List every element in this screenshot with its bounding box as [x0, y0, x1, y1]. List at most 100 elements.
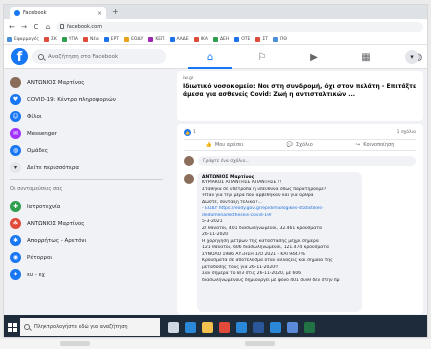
comment-composer: Γράψτε ένα σχόλιο... [184, 155, 416, 167]
bookmark-label: ΥΠΑ [68, 36, 79, 42]
bookmark-item[interactable]: ΣΚ [44, 36, 57, 42]
sidebar-item[interactable]: ✦ ευ - εχ [10, 266, 163, 283]
sidebar-item[interactable]: ☺ Φίλοι [10, 108, 163, 125]
comment-avatar[interactable] [184, 174, 194, 184]
link-host: iw.gr [183, 76, 194, 81]
account-menu-icon[interactable]: ▾ [405, 50, 419, 64]
bookmark-item[interactable]: ΕΟΔΥ [124, 36, 144, 42]
bookmark-item[interactable]: ΙΚΑ [193, 36, 208, 42]
nav-tab-pages[interactable]: ⚐ [236, 45, 288, 69]
bookmark-label: ΕΟΔΥ [131, 36, 144, 42]
chrome-icon[interactable] [219, 321, 230, 333]
comments-count[interactable]: 1 σχόλιο [397, 130, 416, 135]
home-icon: ⌂ [206, 51, 214, 63]
bookmark-item[interactable]: ΠΘ [273, 36, 287, 42]
post-action-label: Κοινοποίηση [363, 142, 395, 148]
bookmark-item[interactable]: ΚΕΠ [148, 36, 165, 42]
sidebar-item-icon: ▾ [10, 162, 21, 173]
post-action-icon: 💬 [286, 142, 293, 148]
sidebar-item[interactable]: ◉ Ρέτορροι [10, 249, 163, 266]
back-icon[interactable]: ← [8, 23, 16, 31]
sidebar-item-label: ευ - εχ [27, 271, 45, 278]
sidebar-item-icon: ☘ [10, 218, 21, 229]
bookmark-favicon-icon [83, 36, 89, 42]
excel-icon[interactable] [304, 321, 315, 333]
link-title[interactable]: Ιδιωτικό νοσοκομείο: Νοι στη συνδρομή, ό… [183, 83, 417, 98]
sidebar-item[interactable]: ▾ Δείτε περισσότερα [10, 159, 163, 176]
bookmark-label: Νέα [90, 36, 99, 42]
sidebar-item[interactable]: ☘ ΑΝΤΩΝΙΟΣ Μαρτίνος [10, 215, 163, 232]
comment-body: ΚΥΡΙΑΚΟΣ ΑΠΑΝΤΗΣΕ ΑΠΑΝΤΗΣΕ !! Σταθηκα σε … [202, 180, 357, 284]
bookmark-item[interactable]: ΣΤ [255, 36, 268, 42]
browser-tab[interactable]: Facebook × [10, 7, 106, 19]
news-feed: iw.gr Ιδιωτικό νοσοκομείο: Νοι στη συνδρ… [169, 69, 427, 315]
reload-icon[interactable]: C [32, 23, 40, 31]
sidebar-item[interactable]: ◍ Ομάδες [10, 142, 163, 159]
word-icon[interactable] [253, 321, 264, 333]
post-action-button[interactable]: 👍 Μου αρέσει [206, 142, 244, 148]
bookmark-item[interactable]: ΥΠΑ [61, 36, 79, 42]
bookmark-favicon-icon [148, 36, 154, 42]
tab-close-icon[interactable]: × [97, 10, 102, 17]
comment-input[interactable]: Γράψτε ένα σχόλιο... [198, 156, 416, 166]
post-action-button[interactable]: 💬 Σχόλιο [287, 142, 313, 148]
sidebar-shortcuts-list: ✚ Ιατροτεχνία ☘ ΑΝΤΩΝΙΟΣ Μαρτίνος ✱ Απορρήτως… [10, 198, 163, 283]
bookmark-item[interactable]: ΔΕΗ [212, 36, 229, 42]
store-icon[interactable] [287, 321, 298, 333]
home-icon[interactable]: ⌂ [44, 23, 52, 31]
bookmark-favicon-icon [193, 36, 199, 42]
new-tab-icon[interactable]: + [112, 7, 119, 16]
bookmark-label: ΣΤ [262, 36, 268, 42]
pages-icon: ⚐ [257, 51, 267, 63]
bookmark-label: ΠΘ [280, 36, 287, 42]
nav-tab-watch[interactable]: ▶ [288, 45, 340, 69]
start-button[interactable] [4, 315, 20, 337]
sidebar-item[interactable]: ✉ Messenger [10, 125, 163, 142]
bookmark-favicon-icon [124, 36, 130, 42]
forward-icon[interactable]: → [20, 23, 28, 31]
address-bar[interactable]: facebook.com [56, 21, 423, 32]
sidebar-item-label: Δείτε περισσότερα [27, 164, 80, 171]
file-explorer-icon[interactable] [202, 321, 213, 333]
avatar [184, 156, 194, 166]
facebook-search-input[interactable]: Αναζήτηση στο Facebook [32, 49, 166, 64]
post-actions: 👍 Μου αρέσει 💬 Σχόλιο ↪ Κοινοποίηση [184, 139, 416, 151]
bookmark-item[interactable]: ΑΑΔΕ [169, 36, 189, 42]
photos-icon[interactable] [270, 321, 281, 333]
bookmark-item[interactable]: Εφαρμογές [7, 36, 39, 42]
url-text: facebook.com [67, 23, 103, 30]
sidebar-item-label: Ομάδες [27, 147, 49, 154]
sidebar-item[interactable]: ✚ Ιατροτεχνία [10, 198, 163, 215]
nav-tab-marketplace[interactable]: ▦ [340, 45, 392, 69]
photo-keyboard-mark [60, 341, 90, 346]
sidebar-item-label: Απορρήτως - Αρετόνι [27, 237, 87, 244]
sidebar-item[interactable]: ♥ COVID-19: Κέντρο πληροφοριών [10, 91, 163, 108]
bookmark-item[interactable]: Νέα [83, 36, 99, 42]
sidebar-item[interactable]: ✱ Απορρήτως - Αρετόνι [10, 232, 163, 249]
likes-count[interactable]: 👍 1 [184, 129, 196, 136]
shared-link-preview[interactable]: iw.gr Ιδιωτικό νοσοκομείο: Νοι στη συνδρ… [177, 71, 423, 121]
post-action-icon: 👍 [205, 142, 212, 148]
facebook-logo[interactable]: f [11, 48, 28, 65]
edge-icon[interactable] [185, 321, 196, 333]
taskbar-search-input[interactable]: Πληκτρολογήστε εδώ για αναζήτηση [20, 318, 160, 336]
facebook-favicon-icon [14, 10, 20, 16]
nav-tab-home[interactable]: ⌂ [184, 45, 236, 69]
browser-tab-bar: Facebook × + [4, 5, 427, 19]
mail-icon[interactable] [236, 321, 247, 333]
bookmark-label: ΑΑΔΕ [176, 36, 189, 42]
post-stats: 👍 1 1 σχόλιο [184, 128, 416, 137]
tab-title: Facebook [23, 10, 47, 16]
post-action-button[interactable]: ↪ Κοινοποίηση [356, 142, 394, 148]
bookmark-item[interactable]: ΟΤΕ [234, 36, 250, 42]
task-view-icon[interactable] [168, 321, 179, 333]
photo-background: Facebook × + ← → C ⌂ facebook.com Εφαρμο… [0, 0, 431, 349]
likes-number: 1 [193, 130, 196, 135]
sidebar-item-label: Ιατροτεχνία [27, 203, 61, 210]
bookmark-label: ΣΚ [51, 36, 57, 42]
left-sidebar: ΑΝΤΩΝΙΟΣ Μαρτίνος ♥ COVID-19: Κέντρο πληρο… [4, 69, 169, 315]
sidebar-item[interactable]: ΑΝΤΩΝΙΟΣ Μαρτίνος [10, 74, 163, 91]
bookmark-item[interactable]: ΕΡΤ [103, 36, 119, 42]
photo-keyboard-mark [245, 341, 275, 346]
taskbar-pinned-apps [168, 321, 315, 333]
